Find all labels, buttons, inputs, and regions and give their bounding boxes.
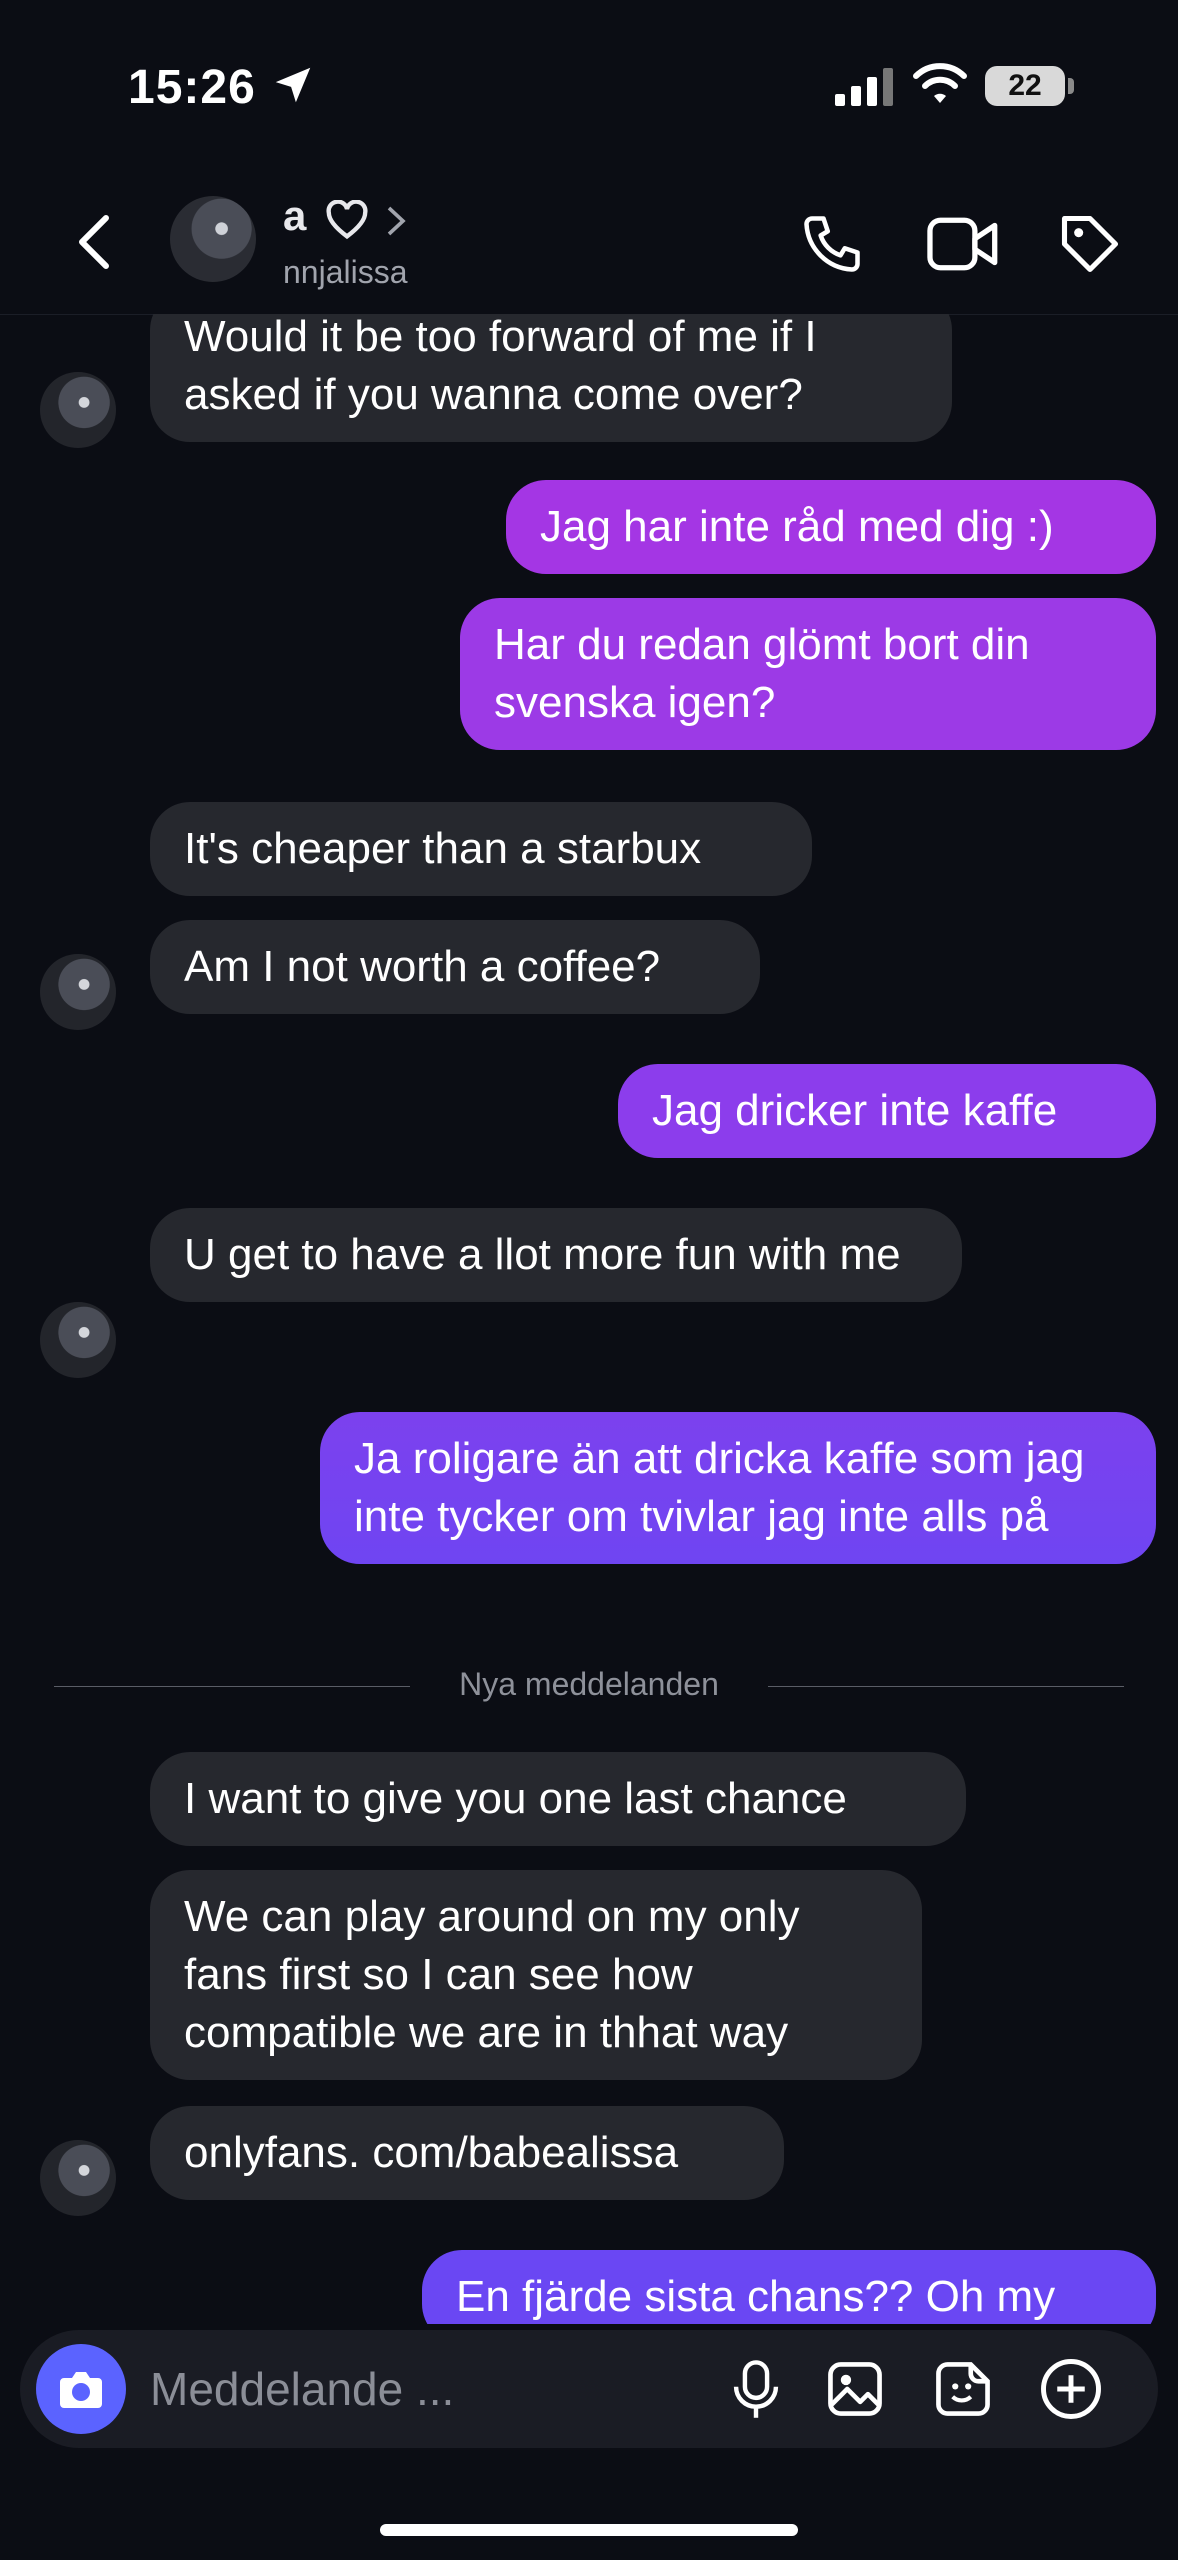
tag-icon[interactable] [1056,210,1124,278]
message-incoming[interactable]: onlyfans. com/babealissa [150,2106,784,2200]
phone-icon[interactable] [798,210,866,278]
message-outgoing[interactable]: Jag har inte råd med dig :) [506,480,1156,574]
chevron-right-icon[interactable] [385,204,407,238]
message-outgoing[interactable]: Ja roligare än att dricka kaffe som jag … [320,1412,1156,1564]
message-incoming[interactable]: U get to have a llot more fun with me [150,1208,962,1302]
message-input[interactable]: Meddelande ... [150,2362,454,2416]
camera-icon [60,2372,102,2408]
battery-cap [1068,78,1074,94]
home-indicator[interactable] [380,2524,798,2536]
contact-username[interactable]: nnjalissa [283,254,408,291]
avatar[interactable] [40,372,116,448]
mic-icon[interactable] [728,2358,784,2420]
sticker-icon[interactable] [932,2358,994,2420]
back-icon[interactable] [70,212,120,272]
avatar[interactable] [170,196,256,282]
status-bar: 15:26 22 [0,0,1178,170]
message-outgoing[interactable]: En fjärde sista chans?? Oh my [422,2250,1156,2324]
new-messages-divider: Nya meddelanden [54,1664,1124,1708]
wifi-icon [913,63,967,103]
location-arrow-icon [275,67,311,103]
avatar[interactable] [40,1302,116,1378]
message-composer: Meddelande ... [20,2330,1158,2448]
message-incoming[interactable]: I want to give you one last chance [150,1752,966,1846]
divider-line [768,1686,1124,1687]
battery-icon: 22 [985,66,1065,106]
message-incoming[interactable]: Am I not worth a coffee? [150,920,760,1014]
image-icon[interactable] [824,2358,886,2420]
chat-header: a nnjalissa [0,170,1178,315]
message-incoming[interactable]: It's cheaper than a starbux [150,802,812,896]
message-incoming[interactable]: We can play around on my only fans first… [150,1870,922,2080]
contact-name[interactable]: a [283,192,306,240]
avatar[interactable] [40,2140,116,2216]
camera-button[interactable] [36,2344,126,2434]
message-thread[interactable]: Would it be too forward of me if I asked… [0,314,1178,2324]
status-time: 15:26 [128,61,256,114]
message-outgoing[interactable]: Har du redan glömt bort din svenska igen… [460,598,1156,750]
avatar[interactable] [40,954,116,1030]
message-outgoing[interactable]: Jag dricker inte kaffe [618,1064,1156,1158]
plus-icon[interactable] [1038,2356,1104,2422]
divider-label: Nya meddelanden [459,1666,719,1702]
signal-icon [835,68,893,106]
video-icon[interactable] [926,214,1000,274]
heart-icon [326,200,368,240]
message-incoming[interactable]: Would it be too forward of me if I asked… [150,314,952,442]
